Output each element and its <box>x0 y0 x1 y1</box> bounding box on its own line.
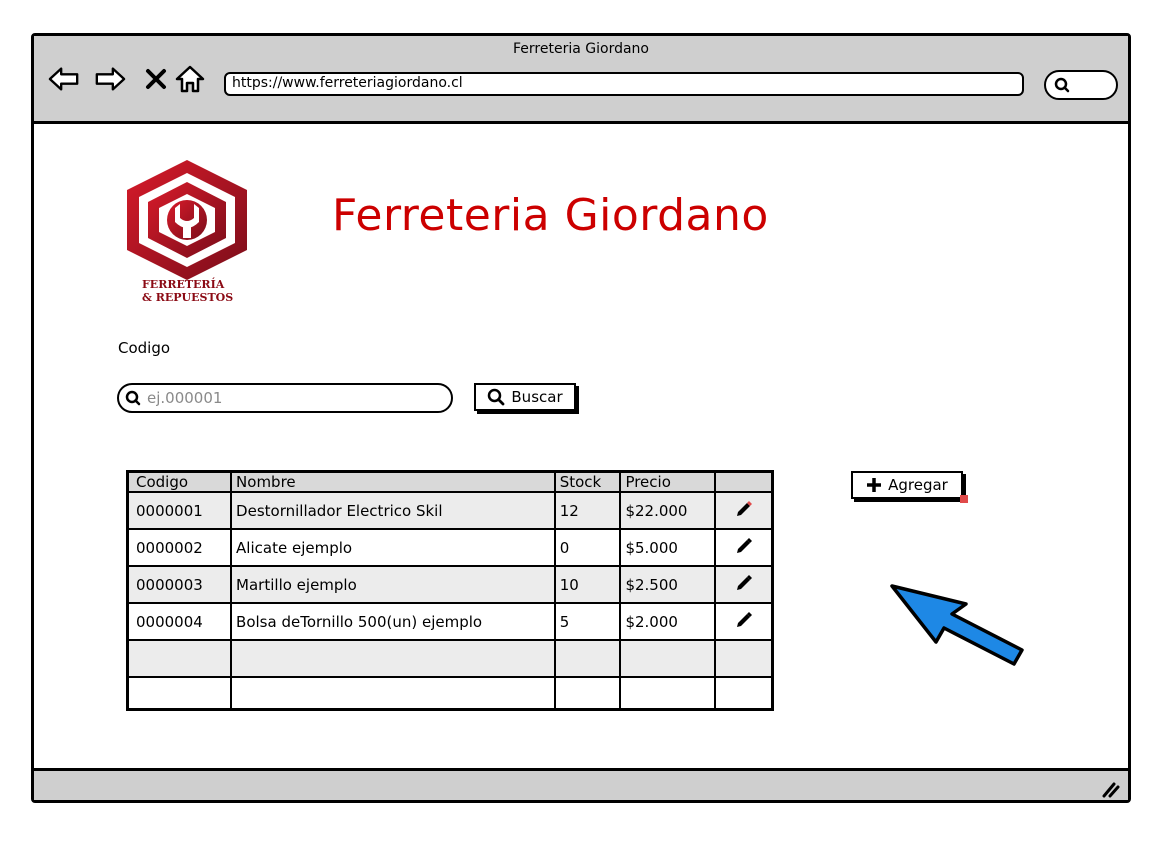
codigo-search-input[interactable] <box>145 388 429 408</box>
cell-codigo: 0000002 <box>136 538 203 557</box>
browser-search-field[interactable] <box>1044 70 1118 100</box>
edit-cell <box>714 677 773 709</box>
cell-codigo: 0000004 <box>136 612 203 631</box>
search-icon <box>488 388 505 406</box>
table-row[interactable]: 0000002 Alicate ejemplo 0 $5.000 <box>127 529 773 566</box>
cell-nombre <box>230 640 555 677</box>
cell-nombre: Alicate ejemplo <box>230 529 555 566</box>
cell-stock: 5 <box>553 603 621 640</box>
back-arrow-icon[interactable] <box>48 64 80 94</box>
cell-codigo: 0000003 <box>136 575 203 594</box>
table-row[interactable]: 0000004 Bolsa deTornillo 500(un) ejemplo… <box>127 603 773 640</box>
table-header-row: Codigo Nombre Stock Precio <box>127 471 773 493</box>
cell-stock <box>553 640 621 677</box>
cell-stock: 0 <box>553 529 621 566</box>
search-button-label: Buscar <box>511 388 563 406</box>
home-icon[interactable] <box>174 64 206 94</box>
search-button[interactable]: Buscar <box>474 383 576 411</box>
cell-stock: 10 <box>553 566 621 603</box>
address-bar[interactable]: https://www.ferreteriagiordano.cl <box>224 72 1024 96</box>
table-row <box>127 677 773 709</box>
pencil-icon[interactable] <box>734 536 754 556</box>
column-header-stock[interactable]: Stock <box>553 471 621 492</box>
logo-line-2: & REPUESTOS <box>142 291 234 304</box>
cell-precio <box>619 640 715 677</box>
browser-statusbar <box>34 768 1128 800</box>
cell-codigo <box>128 640 232 677</box>
cell-stock: 12 <box>553 492 621 529</box>
table-row[interactable]: 0000001 Destornillador Electrico Skil 12… <box>127 492 773 529</box>
cell-nombre <box>230 677 555 709</box>
add-button-label: Agregar <box>888 476 948 494</box>
column-header-precio[interactable]: Precio <box>619 471 715 492</box>
edit-cell <box>714 640 773 677</box>
resize-handle-icon[interactable] <box>1098 776 1120 798</box>
pencil-icon[interactable] <box>734 573 754 593</box>
cursor-arrow-icon <box>890 584 1024 666</box>
edit-cell <box>714 566 773 603</box>
search-icon <box>125 390 141 406</box>
table-row <box>127 640 773 677</box>
browser-titlebar: Ferreteria Giordano https://www.ferreter… <box>34 36 1128 124</box>
plus-icon <box>867 478 882 492</box>
cell-precio: $2.500 <box>619 566 715 603</box>
column-header-actions <box>714 471 773 492</box>
cell-precio: $5.000 <box>619 529 715 566</box>
codigo-search-field[interactable] <box>117 383 453 413</box>
codigo-label: Codigo <box>118 339 171 357</box>
logo-line-1: FERRETERÍA <box>142 278 225 291</box>
cell-codigo <box>128 677 232 709</box>
cell-precio: $2.000 <box>619 603 715 640</box>
search-icon <box>1054 77 1070 93</box>
cell-nombre: Martillo ejemplo <box>230 566 555 603</box>
edit-cell <box>714 492 773 529</box>
cell-precio: $22.000 <box>619 492 715 529</box>
column-header-nombre[interactable]: Nombre <box>230 471 555 492</box>
cell-codigo: 0000001 <box>136 501 203 520</box>
close-icon[interactable] <box>140 64 172 94</box>
cell-stock <box>553 677 621 709</box>
edit-cell <box>714 603 773 640</box>
cell-nombre: Destornillador Electrico Skil <box>230 492 555 529</box>
products-table: Codigo Nombre Stock Precio 0000001 Desto… <box>126 470 774 711</box>
pencil-icon[interactable] <box>734 499 754 519</box>
add-product-button[interactable]: Agregar <box>851 471 968 503</box>
cell-precio <box>619 677 715 709</box>
annotation-marker <box>960 495 968 503</box>
edit-cell <box>714 529 773 566</box>
column-header-codigo[interactable]: Codigo <box>128 472 232 493</box>
page-title: Ferreteria Giordano <box>332 190 769 241</box>
window-title: Ferreteria Giordano <box>513 41 649 57</box>
cell-nombre: Bolsa deTornillo 500(un) ejemplo <box>230 603 555 640</box>
logo-caption: FERRETERÍA & REPUESTOS <box>128 278 248 304</box>
pencil-icon[interactable] <box>734 610 754 630</box>
forward-arrow-icon[interactable] <box>94 64 126 94</box>
table-row[interactable]: 0000003 Martillo ejemplo 10 $2.500 <box>127 566 773 603</box>
